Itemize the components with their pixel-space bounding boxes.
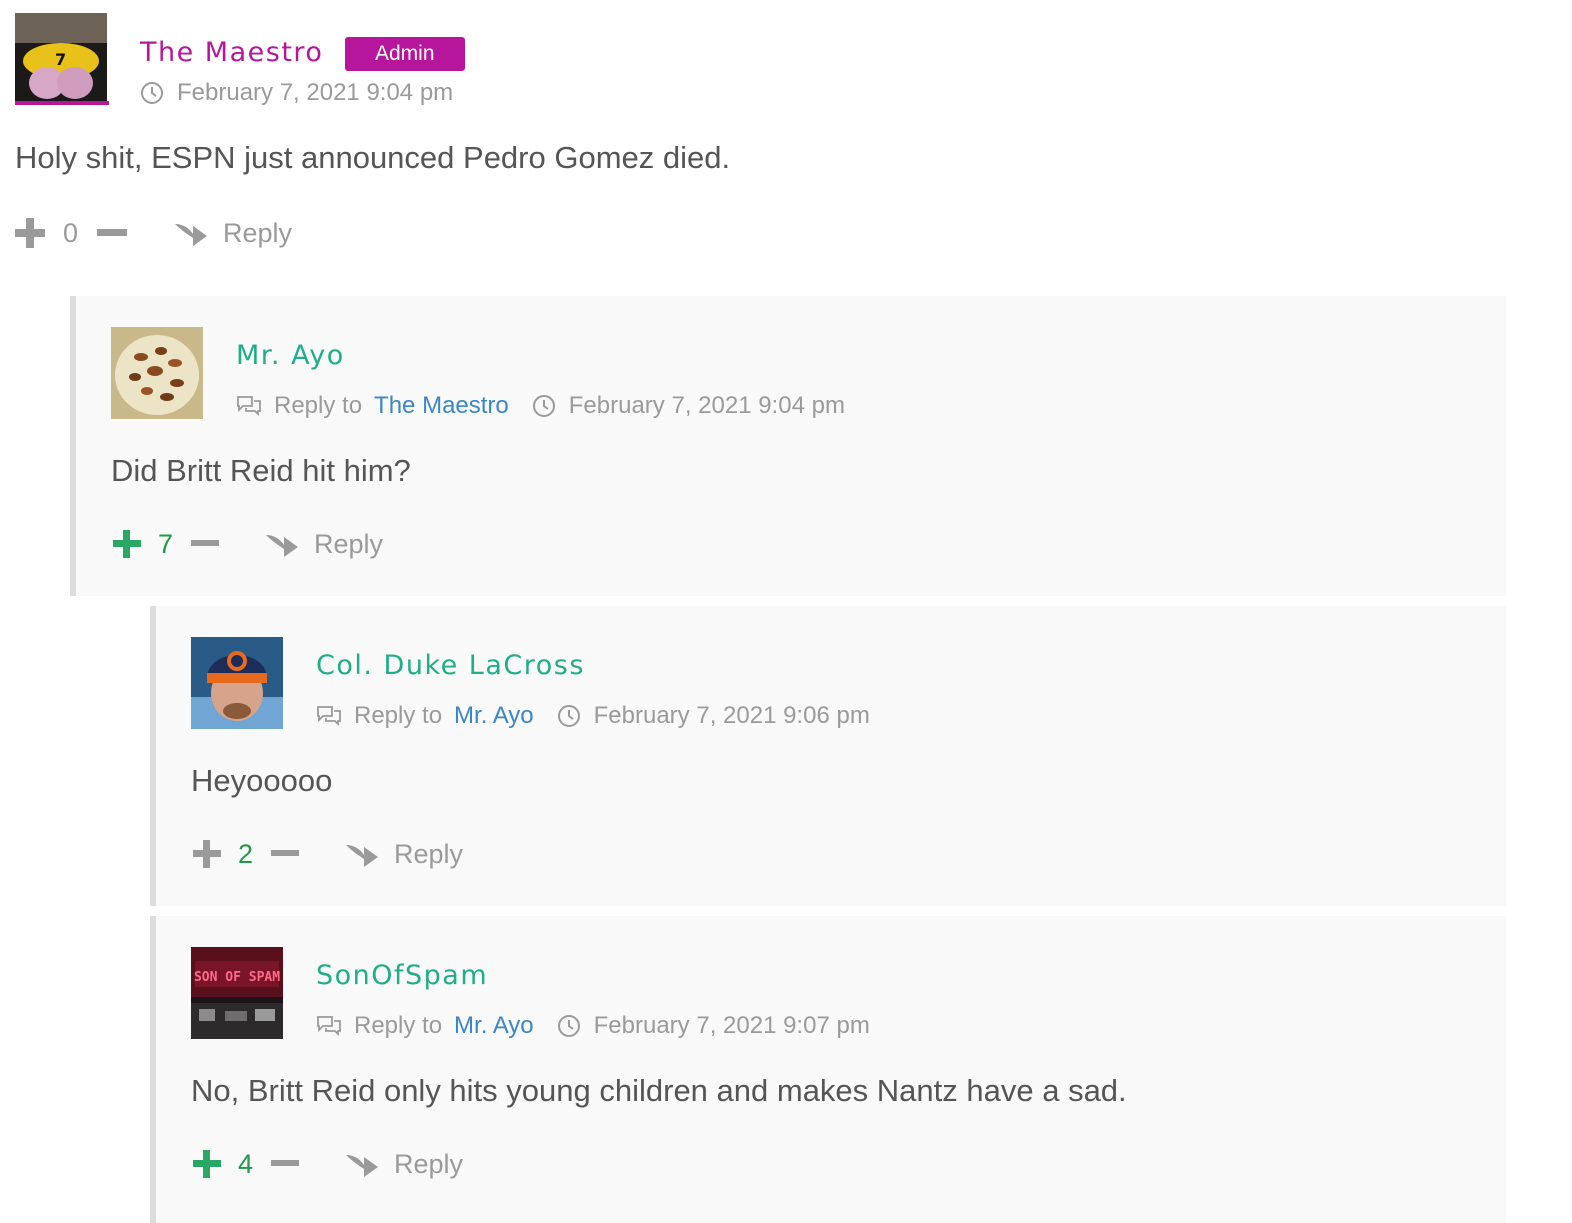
downvote-minus-icon[interactable] xyxy=(95,216,129,250)
vote-count: 0 xyxy=(63,217,79,248)
reply-arrow-icon xyxy=(173,218,209,248)
comment-actions: 7 Reply xyxy=(112,524,383,564)
comment-text: Did Britt Reid hit him? xyxy=(111,453,411,488)
reply-to-link[interactable]: Mr. Ayo xyxy=(454,1012,534,1040)
avatar-image xyxy=(191,637,283,729)
reply-to-label: Reply to xyxy=(274,392,363,419)
comment-author[interactable]: Col. Duke LaCross xyxy=(316,650,585,681)
avatar-image xyxy=(111,327,203,419)
reply-button[interactable]: Reply xyxy=(344,839,463,870)
comment-the-maestro: 7 The Maestro Admin February 7, 2021 9:0… xyxy=(0,0,1572,280)
comment-meta: February 7, 2021 9:04 pm xyxy=(139,79,453,107)
comment-date[interactable]: February 7, 2021 9:04 pm xyxy=(177,79,453,107)
speech-bubbles-icon xyxy=(316,703,342,729)
comment-actions: 4 Reply xyxy=(192,1144,463,1184)
reply-button[interactable]: Reply xyxy=(173,218,292,249)
clock-icon xyxy=(556,703,582,729)
admin-underline xyxy=(15,101,109,105)
reply-to-link[interactable]: Mr. Ayo xyxy=(454,702,534,730)
comment-mr-ayo: Mr. Ayo Reply to The Maestro February 7,… xyxy=(70,296,1506,596)
downvote-minus-icon[interactable] xyxy=(270,839,300,869)
comment-author[interactable]: The Maestro xyxy=(140,37,323,68)
upvote-plus-icon[interactable] xyxy=(192,839,222,869)
comment-actions: 2 Reply xyxy=(192,834,463,874)
comment-date[interactable]: February 7, 2021 9:04 pm xyxy=(569,392,845,420)
comment-text: Heyooooo xyxy=(191,763,333,798)
comment-date[interactable]: February 7, 2021 9:07 pm xyxy=(594,1012,870,1040)
reply-label: Reply xyxy=(314,528,384,559)
reply-to-label: Reply to xyxy=(354,1012,443,1039)
avatar[interactable] xyxy=(191,637,283,729)
reply-arrow-icon xyxy=(264,529,300,559)
comment-author[interactable]: SonOfSpam xyxy=(316,960,488,991)
reply-label: Reply xyxy=(394,1148,464,1179)
avatar-image: 7 xyxy=(15,13,107,105)
clock-icon xyxy=(531,393,557,419)
reply-arrow-icon xyxy=(344,1149,380,1179)
comment-meta: Reply to Mr. Ayo February 7, 2021 9:07 p… xyxy=(316,1012,870,1040)
svg-text:7: 7 xyxy=(55,50,66,69)
upvote-plus-icon[interactable] xyxy=(112,529,142,559)
upvote-plus-icon[interactable] xyxy=(192,1149,222,1179)
clock-icon xyxy=(556,1013,582,1039)
upvote-plus-icon[interactable] xyxy=(13,216,47,250)
comment-text: Holy shit, ESPN just announced Pedro Gom… xyxy=(15,140,731,175)
vote-count: 7 xyxy=(158,528,174,559)
avatar-image: SON OF SPAM xyxy=(191,947,283,1039)
avatar[interactable] xyxy=(111,327,203,419)
avatar-logo-text: SON OF SPAM xyxy=(194,970,280,985)
reply-to-link[interactable]: The Maestro xyxy=(374,392,509,420)
comment-sonofspam: SON OF SPAM SonOfSpam Reply to Mr. Ayo F… xyxy=(150,916,1506,1223)
reply-to-label: Reply to xyxy=(354,702,443,729)
clock-icon xyxy=(139,80,165,106)
downvote-minus-icon[interactable] xyxy=(270,1149,300,1179)
comment-actions: 0 Reply xyxy=(13,213,292,253)
comment-date[interactable]: February 7, 2021 9:06 pm xyxy=(594,702,870,730)
reply-label: Reply xyxy=(223,217,293,248)
comment-thread: 7 The Maestro Admin February 7, 2021 9:0… xyxy=(0,0,1572,1223)
speech-bubbles-icon xyxy=(236,393,262,419)
comment-col-duke-lacross: Col. Duke LaCross Reply to Mr. Ayo Febru… xyxy=(150,606,1506,906)
comment-text: No, Britt Reid only hits young children … xyxy=(191,1073,1127,1108)
reply-arrow-icon xyxy=(344,839,380,869)
downvote-minus-icon[interactable] xyxy=(190,529,220,559)
admin-badge: Admin xyxy=(345,37,465,71)
reply-label: Reply xyxy=(394,838,464,869)
avatar[interactable]: SON OF SPAM xyxy=(191,947,283,1039)
reply-button[interactable]: Reply xyxy=(344,1149,463,1180)
reply-button[interactable]: Reply xyxy=(264,529,383,560)
avatar[interactable]: 7 xyxy=(15,13,107,105)
comment-author[interactable]: Mr. Ayo xyxy=(236,340,345,371)
vote-count: 2 xyxy=(238,838,254,869)
speech-bubbles-icon xyxy=(316,1013,342,1039)
comment-meta: Reply to The Maestro February 7, 2021 9:… xyxy=(236,392,845,420)
comment-meta: Reply to Mr. Ayo February 7, 2021 9:06 p… xyxy=(316,702,870,730)
vote-count: 4 xyxy=(238,1148,254,1179)
